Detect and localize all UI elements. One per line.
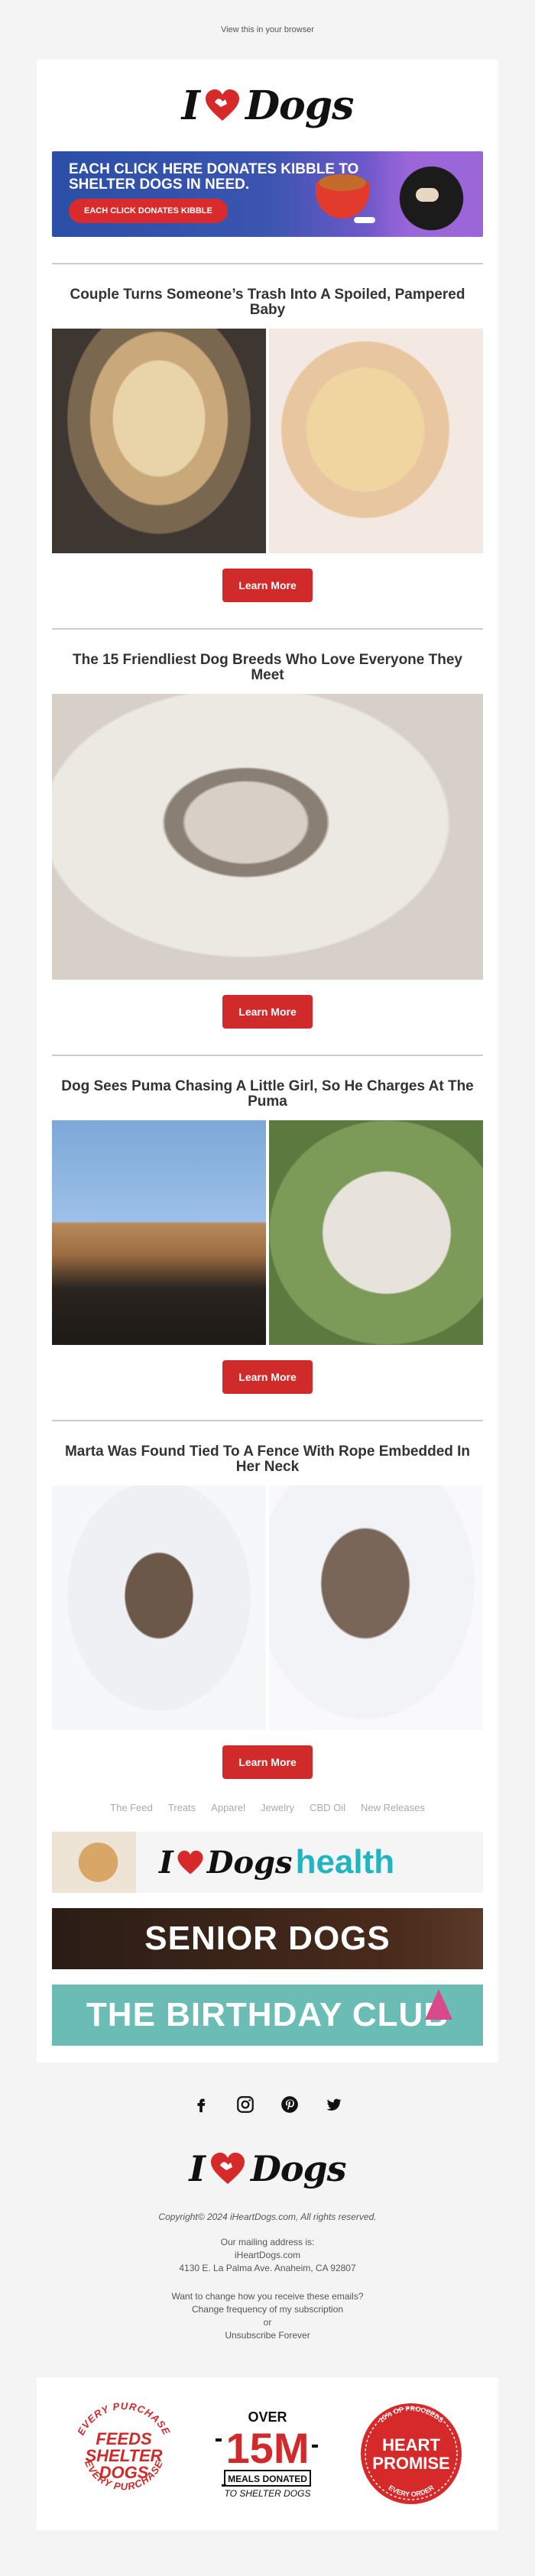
heart-promise-badge: 10% OF PROCEEDS HEART PROMISE EVERY ORDE… [350,2393,472,2515]
learn-more-button[interactable]: Learn More [222,995,313,1029]
heart-logo-icon [210,2153,245,2184]
heart-logo-icon [205,89,239,121]
article-card: Dog Sees Puma Chasing A Little Girl, So … [52,1056,483,1394]
brand-logo[interactable]: I Dogs [189,2148,347,2189]
banner-cta-button[interactable]: EACH CLICK DONATES KIBBLE [69,199,228,223]
facebook-icon[interactable] [190,2093,212,2116]
birthday-club-title: THE BIRTHDAY CLUB [86,1996,449,2033]
change-frequency-link[interactable]: Change frequency of my subscription [0,2303,535,2316]
health-promo-banner[interactable]: I Dogs health [52,1832,483,1893]
nav-link-new-releases[interactable]: New Releases [361,1802,425,1813]
article-card: Couple Turns Someone’s Trash Into A Spoi… [52,264,483,602]
instagram-icon[interactable] [234,2093,257,2116]
kibble-bowl-image [316,174,369,219]
article-title[interactable]: Dog Sees Puma Chasing A Little Girl, So … [52,1079,483,1110]
article-image-puppy-box[interactable] [52,329,266,553]
article-card: The 15 Friendliest Dog Breeds Who Love E… [52,630,483,1029]
party-hat-icon [425,1989,452,2020]
article-image-injured-dog[interactable] [269,1120,483,1345]
nav-link-apparel[interactable]: Apparel [211,1802,245,1813]
article-image-pair[interactable] [52,1120,483,1345]
nav-link-jewelry[interactable]: Jewelry [261,1802,294,1813]
footer-nav: The Feed Treats Apparel Jewelry CBD Oil … [52,1779,483,1832]
twitter-icon[interactable] [323,2093,345,2116]
senior-dogs-banner[interactable]: SENIOR DOGS [52,1908,483,1969]
meals-donated-badge: OVER 15M MEALS DONATED TO SHELTER DOGS [206,2393,329,2515]
feeds-shelter-dogs-badge: EVERY PURCHASE FEEDS SHELTER DOGS EVERY … [63,2393,185,2515]
mailing-address: Our mailing address is: iHeartDogs.com 4… [0,2236,535,2275]
pinterest-icon[interactable] [278,2093,301,2116]
learn-more-button[interactable]: Learn More [222,1360,313,1394]
article-title[interactable]: Couple Turns Someone’s Trash Into A Spoi… [52,287,483,318]
article-image-pair[interactable] [52,329,483,553]
article-image-single[interactable] [52,694,483,980]
badges-row: EVERY PURCHASE FEEDS SHELTER DOGS EVERY … [37,2377,498,2530]
article-title[interactable]: Marta Was Found Tied To A Fence With Rop… [52,1444,483,1475]
heart-logo-icon [177,1850,203,1874]
email-card: I Dogs EACH CLICK HERE DONATES KIBBLE TO… [37,60,498,2062]
svg-text:PROMISE: PROMISE [372,2454,449,2473]
footer-text: Copyright© 2024 iHeartDogs.com, All righ… [0,2211,535,2342]
unsubscribe-link[interactable]: Unsubscribe Forever [0,2329,535,2342]
article-image-dog-snow-hand[interactable] [269,1486,483,1730]
mailing-street: 4130 E. La Palma Ave. Anaheim, CA 92807 [179,2263,356,2273]
nav-link-treats[interactable]: Treats [168,1802,196,1813]
birthday-club-banner[interactable]: THE BIRTHDAY CLUB [52,1985,483,2046]
email-root: View this in your browser I Dogs EACH CL… [0,0,535,2530]
or-text: or [263,2317,272,2328]
nav-link-cbd-oil[interactable]: CBD Oil [310,1802,345,1813]
mailing-label: Our mailing address is: [220,2237,315,2247]
article-card: Marta Was Found Tied To A Fence With Rop… [52,1421,483,1779]
article-image-puppy-toy[interactable] [269,329,483,553]
svg-text:15M: 15M [226,2424,310,2472]
logo-word-dogs: Dogs [250,2148,347,2189]
health-promo-text: I Dogs health [159,1843,394,1881]
svg-text:HEART: HEART [382,2435,440,2454]
footer-logo[interactable]: I Dogs [0,2140,535,2211]
donate-kibble-banner[interactable]: EACH CLICK HERE DONATES KIBBLE TO SHELTE… [52,151,483,237]
svg-text:OVER: OVER [248,2409,287,2425]
health-logo-word: health [295,1843,395,1881]
change-question: Want to change how you receive these ema… [171,2291,364,2302]
article-image-pair[interactable] [52,1486,483,1730]
logo-letter-i: I [181,82,200,129]
nav-link-the-feed[interactable]: The Feed [110,1802,153,1813]
social-links [0,2062,535,2140]
logo-word-dogs: Dogs [245,82,354,129]
article-title[interactable]: The 15 Friendliest Dog Breeds Who Love E… [52,653,483,683]
learn-more-button[interactable]: Learn More [222,569,313,602]
senior-dogs-title: SENIOR DOGS [144,1920,391,1957]
brand-logo[interactable]: I Dogs [181,82,355,129]
article-image-bulldog-bed[interactable] [52,694,483,980]
article-image-puma[interactable] [52,1120,266,1345]
header-logo[interactable]: I Dogs [52,60,483,151]
health-dog-image [52,1832,136,1893]
health-logo-i: I [159,1844,173,1881]
svg-text:TO SHELTER DOGS: TO SHELTER DOGS [225,2488,311,2499]
puppy-image [368,151,483,237]
health-logo-dogs: Dogs [206,1844,293,1881]
learn-more-button[interactable]: Learn More [222,1745,313,1779]
mailing-name: iHeartDogs.com [234,2250,301,2260]
logo-letter-i: I [189,2148,206,2189]
article-image-dog-snow-fence[interactable] [52,1486,266,1730]
view-in-browser-link[interactable]: View this in your browser [0,0,535,60]
svg-text:MEALS DONATED: MEALS DONATED [228,2474,307,2484]
copyright: Copyright© 2024 iHeartDogs.com, All righ… [158,2211,377,2222]
